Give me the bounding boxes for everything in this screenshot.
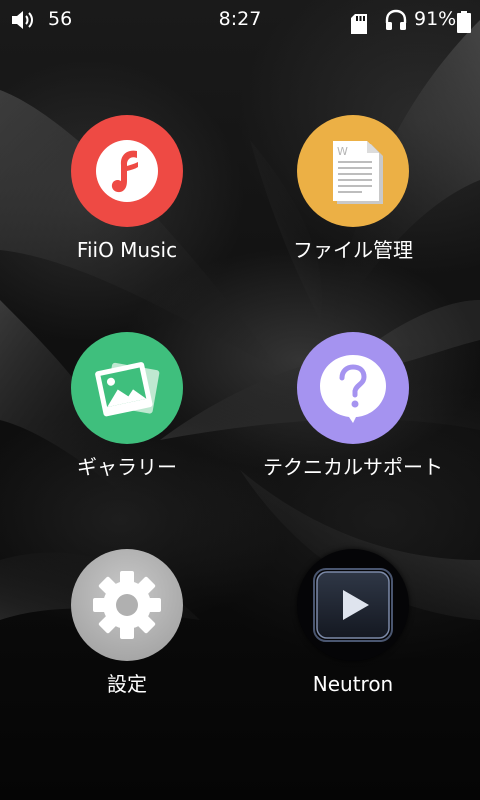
clock-time: 8:27 xyxy=(218,8,262,30)
svg-text:W: W xyxy=(337,145,348,158)
app-settings[interactable]: 設定 xyxy=(17,549,237,739)
battery-icon xyxy=(457,8,471,33)
app-label: ファイル管理 xyxy=(293,238,413,262)
app-label: 設定 xyxy=(107,672,147,696)
headphone-icon xyxy=(384,7,408,31)
sd-card-icon xyxy=(351,9,367,34)
app-neutron[interactable]: Neutron xyxy=(243,549,463,739)
app-label: Neutron xyxy=(312,672,394,696)
question-bubble-icon xyxy=(297,332,409,444)
play-icon xyxy=(297,549,409,661)
status-bar: 56 8:27 91% xyxy=(0,0,480,38)
app-label: ギャラリー xyxy=(77,455,177,479)
fiio-music-icon xyxy=(71,115,183,227)
app-label: テクニカルサポート xyxy=(263,455,443,479)
app-technical-support[interactable]: テクニカルサポート xyxy=(243,332,463,522)
app-label: FiiO Music xyxy=(76,238,178,262)
battery-percentage: 91% xyxy=(414,8,457,30)
file-document-icon: W xyxy=(297,115,409,227)
gallery-photo-icon xyxy=(71,332,183,444)
gear-icon xyxy=(71,549,183,661)
app-fiio-music[interactable]: FiiO Music xyxy=(17,115,237,305)
app-file-manager[interactable]: W ファイル管理 xyxy=(243,115,463,305)
app-gallery[interactable]: ギャラリー xyxy=(17,332,237,522)
